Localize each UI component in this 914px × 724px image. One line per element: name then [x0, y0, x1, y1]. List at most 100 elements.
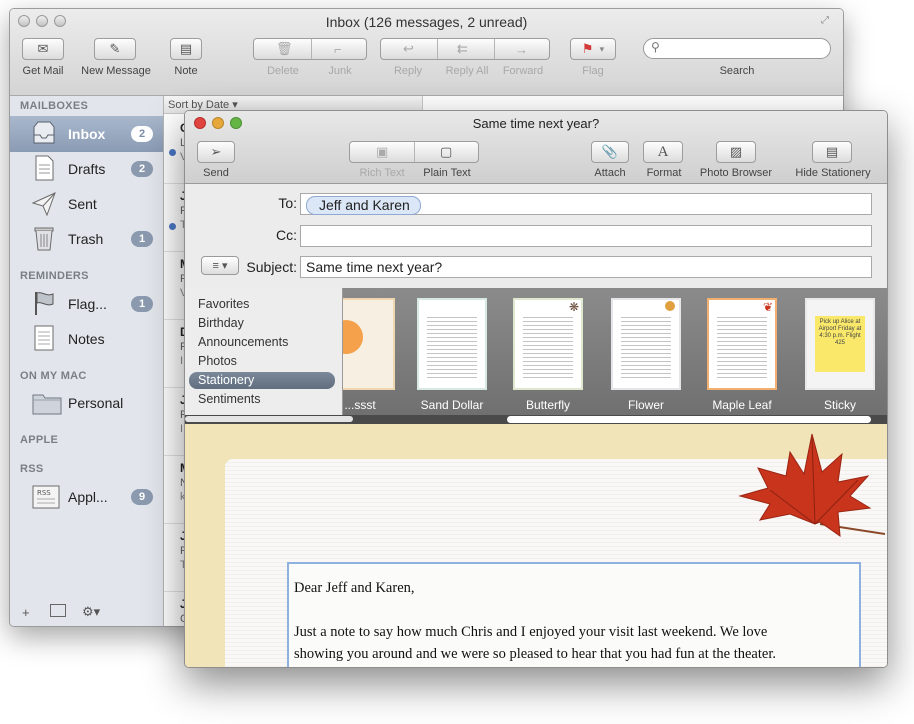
- hide-stationery-button[interactable]: ▤: [812, 141, 852, 163]
- gear-icon[interactable]: ⚙▾: [82, 604, 100, 620]
- reply-icon: ↩: [403, 41, 414, 56]
- sidebar-item-label: Appl...: [68, 489, 108, 505]
- photo-icon: ▨: [729, 144, 743, 159]
- sidebar-item-personal[interactable]: Personal: [10, 386, 163, 420]
- reply-segment[interactable]: ↩ ⇇ →: [380, 38, 550, 60]
- note-label: Note: [174, 65, 198, 77]
- category-announcements[interactable]: Announcements: [189, 334, 335, 351]
- sidebar-item-drafts[interactable]: Drafts 2: [10, 152, 163, 186]
- paperclip-icon: 📎: [601, 144, 619, 159]
- flag-button[interactable]: ⚑ ▾: [570, 38, 616, 60]
- stationery-name: Flower: [627, 398, 664, 412]
- sidebar-item-label: Sent: [68, 196, 97, 212]
- category-sentiments[interactable]: Sentiments: [189, 391, 335, 408]
- notes-icon: [34, 325, 54, 351]
- envelope-icon: ✉: [37, 41, 49, 56]
- text-format-segment[interactable]: ▣ ▢: [349, 141, 479, 163]
- message-body-editor[interactable]: Dear Jeff and Karen, Just a note to say …: [287, 562, 861, 667]
- cc-field[interactable]: [300, 225, 872, 247]
- folder-icon: [32, 394, 62, 415]
- search-input[interactable]: ⚲: [643, 38, 831, 59]
- sidebar-item-label: Flag...: [68, 296, 107, 312]
- sidebar-item-flagged[interactable]: Flag... 1: [10, 287, 163, 321]
- sidebar-item-notes[interactable]: Notes: [10, 322, 163, 356]
- note-button[interactable]: ▤: [170, 38, 202, 60]
- sidebar-item-label: Inbox: [68, 126, 106, 142]
- sidebar-item-trash[interactable]: Trash 1: [10, 222, 163, 256]
- sidebar-item-apple-rss[interactable]: RSS Appl... 9: [10, 480, 163, 514]
- delete-junk-segment[interactable]: 🗑 ⌐: [253, 38, 367, 60]
- format-button[interactable]: A: [643, 141, 683, 163]
- stationery-thumb-3[interactable]: [611, 298, 681, 390]
- header-fields-menu[interactable]: ≡ ▾: [201, 256, 239, 275]
- plain-text-label: Plain Text: [423, 167, 471, 179]
- mailboxes-header: MAILBOXES: [20, 100, 89, 112]
- stationery-scroll-left: [185, 416, 353, 422]
- stationery-thumb-1[interactable]: [417, 298, 487, 390]
- category-photos[interactable]: Photos: [189, 353, 335, 370]
- format-label: Format: [646, 167, 682, 179]
- photo-browser-label: Photo Browser: [699, 167, 773, 179]
- category-favorites[interactable]: Favorites: [189, 296, 335, 313]
- letter-line-2: showing you around and we were so please…: [294, 646, 776, 662]
- stationery-name: Sticky: [823, 398, 856, 412]
- reply-label: Reply: [393, 65, 423, 77]
- add-mailbox-button[interactable]: +: [22, 605, 30, 620]
- stationery-name: Maple Leaf: [712, 398, 772, 412]
- recipient-token[interactable]: Jeff and Karen: [306, 196, 421, 215]
- compose-icon: ✎: [109, 41, 121, 56]
- stationery-thumb-5[interactable]: Pick up Alice at Airport Friday at 4:30 …: [805, 298, 875, 390]
- maple-leaf-icon: ❦: [762, 300, 773, 314]
- photo-browser-button[interactable]: ▨: [716, 141, 756, 163]
- stationery-scroll-thumb[interactable]: [507, 416, 871, 423]
- category-stationery[interactable]: Stationery: [189, 372, 335, 389]
- stationery-thumb-2[interactable]: ❋: [513, 298, 583, 390]
- flag-icon: ⚑: [581, 41, 594, 56]
- fullscreen-icon[interactable]: ⤢: [821, 15, 833, 27]
- subject-field[interactable]: Same time next year?: [300, 256, 872, 278]
- letter-greeting: Dear Jeff and Karen,: [294, 580, 415, 596]
- compose-toolbar: Same time next year? ➢ Send ▣ ▢ Rich Tex…: [185, 111, 887, 184]
- sidebar-item-label: Drafts: [68, 161, 106, 177]
- note-icon: ▤: [179, 41, 193, 56]
- compose-window: Same time next year? ➢ Send ▣ ▢ Rich Tex…: [184, 110, 888, 668]
- stationery-thumb-4[interactable]: ❦: [707, 298, 777, 390]
- get-mail-button[interactable]: ✉: [22, 38, 64, 60]
- count-badge: 2: [131, 161, 153, 177]
- inbox-tray-icon: [33, 121, 55, 144]
- rss-header: RSS: [20, 463, 44, 475]
- forward-icon: →: [515, 41, 528, 57]
- stationery-name: Sand Dollar: [420, 398, 484, 412]
- maple-leaf-icon: [738, 433, 885, 538]
- send-button[interactable]: ➢: [197, 141, 235, 163]
- chevron-down-icon: ▾: [599, 43, 605, 54]
- stationery-pane: ...ssst Sand Dollar ❋ Butterfly Flower ❦ Maple…: [185, 288, 887, 424]
- category-birthday[interactable]: Birthday: [189, 315, 335, 332]
- cc-label: Cc:: [276, 227, 297, 243]
- sidebar-item-sent[interactable]: Sent: [10, 187, 163, 221]
- count-badge: 1: [131, 296, 153, 312]
- letter-line-1: Just a note to say how much Chris and I …: [294, 624, 768, 640]
- sidebar-item-label: Notes: [68, 331, 105, 347]
- count-badge: 1: [131, 231, 153, 247]
- drafts-document-icon: [35, 155, 54, 181]
- get-mail-label: Get Mail: [22, 65, 64, 77]
- reply-all-label: Reply All: [445, 65, 489, 77]
- to-label: To:: [278, 195, 297, 211]
- unread-dot-icon: [169, 223, 176, 230]
- to-field[interactable]: Jeff and Karen: [300, 193, 872, 215]
- paper-plane-icon: ➢: [210, 144, 222, 159]
- sidebar-item-inbox[interactable]: Inbox 2: [10, 116, 163, 152]
- unread-count-badge: 2: [131, 126, 153, 142]
- mailbox-sidebar: MAILBOXES Inbox 2 Drafts 2 Sent Trash 1 …: [10, 96, 164, 626]
- attach-button[interactable]: 📎: [591, 141, 629, 163]
- attach-label: Attach: [594, 167, 626, 179]
- trash-icon: 🗑: [276, 41, 293, 56]
- sidebar-item-label: Trash: [68, 231, 104, 247]
- activity-icon[interactable]: [50, 604, 66, 617]
- delete-label: Delete: [267, 65, 299, 77]
- message-l3: I: [180, 355, 184, 367]
- new-message-button[interactable]: ✎: [94, 38, 136, 60]
- stationery-name: Butterfly: [525, 398, 570, 412]
- search-icon: ⚲: [651, 40, 660, 54]
